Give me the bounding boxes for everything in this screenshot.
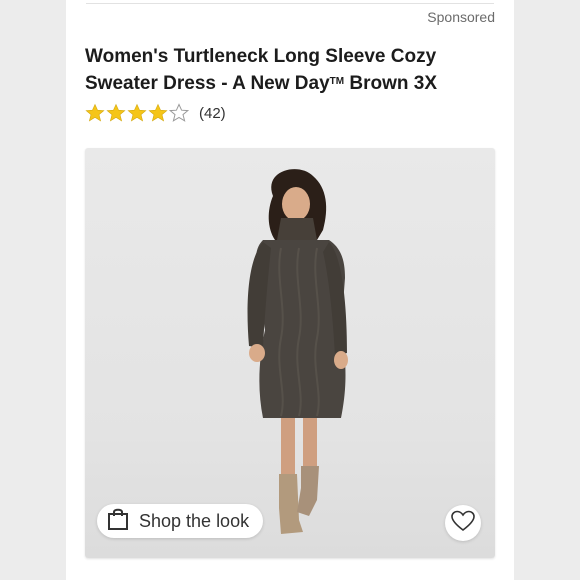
star-empty-icon <box>168 103 190 123</box>
star-filled-icon <box>106 103 126 123</box>
title-line-1: Women's Turtleneck Long Sleeve Cozy <box>85 46 437 67</box>
face <box>282 187 310 221</box>
turtleneck <box>277 218 317 240</box>
favorite-button[interactable] <box>445 505 481 541</box>
sponsored-label: Sponsored <box>427 9 495 25</box>
shopping-bag-icon <box>107 507 129 536</box>
right-boot <box>297 466 319 516</box>
star-filled-icon <box>85 103 105 123</box>
product-title[interactable]: Women's Turtleneck Long Sleeve Cozy Swea… <box>85 44 505 96</box>
left-leg <box>281 418 295 476</box>
trademark: TM <box>329 76 345 87</box>
star-filled-icon <box>148 103 168 123</box>
right-leg <box>303 418 317 468</box>
star-rating <box>85 103 190 123</box>
star-filled-icon <box>127 103 147 123</box>
shop-the-look-button[interactable]: Shop the look <box>97 504 264 538</box>
model-photo <box>247 169 348 534</box>
review-count: (42) <box>199 104 226 122</box>
shop-the-look-label: Shop the look <box>139 510 250 531</box>
divider <box>86 3 494 4</box>
left-hand <box>249 344 265 362</box>
product-card: Sponsored Women's Turtleneck Long Sleeve… <box>66 0 514 580</box>
product-image[interactable]: Shop the look <box>85 148 495 558</box>
rating-row[interactable]: (42) <box>85 102 226 124</box>
title-line-2-post: Brown 3X <box>344 73 438 94</box>
heart-icon <box>451 510 475 537</box>
title-line-2-pre: Sweater Dress - A New Day <box>85 73 330 94</box>
right-hand <box>334 351 348 369</box>
